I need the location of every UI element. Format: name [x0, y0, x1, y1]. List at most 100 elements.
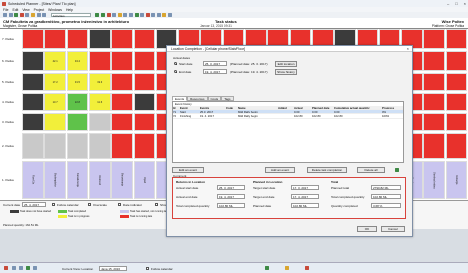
grid-cell[interactable]: Vodovod: [88, 161, 111, 199]
show-history-button[interactable]: Show history: [275, 69, 297, 75]
grid-cell[interactable]: [445, 51, 468, 71]
start-date-radio[interactable]: [174, 62, 178, 66]
grid-cell[interactable]: Bodenplatte: [44, 161, 66, 199]
cut-icon[interactable]: [36, 13, 41, 17]
column-header[interactable]: Added: [278, 106, 294, 109]
column-header[interactable]: Id: [173, 106, 180, 109]
chart-icon[interactable]: [117, 13, 122, 17]
grid-cell[interactable]: [88, 133, 111, 159]
grid-cell[interactable]: Opaž: [133, 161, 156, 199]
grid-cell[interactable]: [111, 113, 133, 131]
column-header[interactable]: Events: [200, 106, 226, 109]
menu-windows[interactable]: Windows: [48, 8, 62, 12]
grid-cell[interactable]: Betoniranje: [111, 161, 133, 199]
current-date-input[interactable]: 25. 4. 2017: [22, 202, 46, 207]
grid-cell[interactable]: 34.4: [66, 51, 89, 71]
grid-cell[interactable]: [22, 133, 44, 159]
redo-icon[interactable]: [25, 13, 30, 17]
report-icon[interactable]: [140, 13, 145, 17]
grid-cell[interactable]: [445, 133, 468, 159]
cancel-button[interactable]: Cancel: [381, 226, 405, 232]
zoom-out-icon[interactable]: [100, 13, 105, 17]
print-icon[interactable]: [30, 13, 35, 17]
alert-icon[interactable]: [145, 13, 150, 17]
grid-cell[interactable]: [423, 73, 446, 91]
table-row[interactable]: 72 Finishing 19. 4. 2017 Mild Rally begin 10…: [173, 114, 403, 119]
start-icon[interactable]: [4, 266, 8, 270]
edit-location-button[interactable]: Edit location: [275, 61, 297, 67]
date-indicator-checkbox[interactable]: [118, 203, 122, 207]
chart-view-icon[interactable]: [285, 266, 289, 270]
taskbar-follow-checkbox[interactable]: [146, 266, 150, 271]
grid-cell[interactable]: [445, 93, 468, 111]
grid-cell[interactable]: [133, 113, 156, 131]
grid-cell[interactable]: [423, 29, 446, 49]
end-date-input[interactable]: 19. 4. 2017: [203, 69, 227, 74]
grid-cell[interactable]: [133, 51, 156, 71]
export-icon[interactable]: [168, 13, 173, 17]
maximize-button[interactable]: □: [455, 1, 457, 6]
grid-icon[interactable]: [123, 13, 128, 17]
grid-cell[interactable]: [22, 51, 44, 71]
grid-cell[interactable]: [111, 29, 133, 49]
column-header[interactable]: Event: [180, 106, 200, 109]
menu-help[interactable]: Help: [66, 8, 73, 12]
grid-cell[interactable]: [66, 29, 89, 49]
column-header[interactable]: Planned date: [312, 106, 334, 109]
grid-cell[interactable]: [44, 29, 66, 49]
grid-cell[interactable]: [111, 73, 133, 91]
undo-icon[interactable]: [19, 13, 24, 17]
grid-cell[interactable]: Strešna kritina: [423, 161, 446, 199]
end-date-radio[interactable]: [174, 70, 178, 74]
filter-icon[interactable]: [106, 13, 111, 17]
grid-cell[interactable]: [133, 29, 156, 49]
grid-cell[interactable]: Izolacija: [445, 161, 468, 199]
refresh-icon[interactable]: [26, 266, 30, 270]
dialog-close-button[interactable]: ×: [407, 46, 409, 52]
resource-icon[interactable]: [162, 13, 167, 17]
edit-event-button[interactable]: Edit an event: [172, 167, 204, 173]
grid-cell[interactable]: [44, 133, 66, 159]
excel-export-icon[interactable]: [395, 168, 399, 172]
copy-icon[interactable]: [42, 13, 47, 17]
column-header[interactable]: Name: [238, 106, 278, 109]
grid-cell[interactable]: 42.1: [44, 51, 66, 71]
grid-cell[interactable]: [423, 113, 446, 131]
zoom-in-icon[interactable]: [95, 13, 100, 17]
grid-cell[interactable]: [22, 73, 44, 91]
column-header[interactable]: Code: [226, 106, 238, 109]
view-select[interactable]: Activities: [50, 12, 91, 18]
grid-cell[interactable]: Roof 2a: [22, 161, 44, 199]
forward-icon[interactable]: [19, 266, 23, 270]
grid-cell[interactable]: [423, 51, 446, 71]
grid-cell[interactable]: [22, 113, 44, 131]
grid-cell[interactable]: [445, 29, 468, 49]
grid-cell[interactable]: [88, 113, 111, 131]
check-icon[interactable]: [265, 266, 269, 270]
grid-cell[interactable]: [133, 93, 156, 111]
grid-cell[interactable]: [423, 133, 446, 159]
grid-cell[interactable]: [22, 29, 44, 49]
grid-cell[interactable]: [66, 113, 89, 131]
grid-cell[interactable]: [445, 73, 468, 91]
grid-cell[interactable]: [88, 29, 111, 49]
new-icon[interactable]: [3, 13, 7, 17]
follow-calendar-checkbox[interactable]: [52, 203, 56, 207]
calendar-icon[interactable]: [134, 13, 139, 17]
print-preview-icon[interactable]: [33, 266, 37, 270]
grid-cell[interactable]: 13.7: [44, 93, 66, 111]
layers-icon[interactable]: [156, 13, 161, 17]
grid-cell[interactable]: [133, 133, 156, 159]
menu-view[interactable]: View: [22, 8, 29, 12]
grid-cell[interactable]: 31.5: [66, 73, 89, 91]
grid-cell[interactable]: [111, 51, 133, 71]
grid-cell[interactable]: [111, 133, 133, 159]
flag-icon[interactable]: [305, 266, 309, 270]
add-event-button[interactable]: Add an event: [265, 167, 295, 173]
location-date-input[interactable]: Jana 15, 2016: [99, 266, 127, 271]
save-icon[interactable]: [14, 13, 19, 17]
menu-file[interactable]: File: [3, 8, 8, 12]
grid-cell[interactable]: 11.6: [88, 93, 111, 111]
overscale-checkbox[interactable]: [88, 203, 92, 207]
grid-cell[interactable]: [44, 113, 66, 131]
